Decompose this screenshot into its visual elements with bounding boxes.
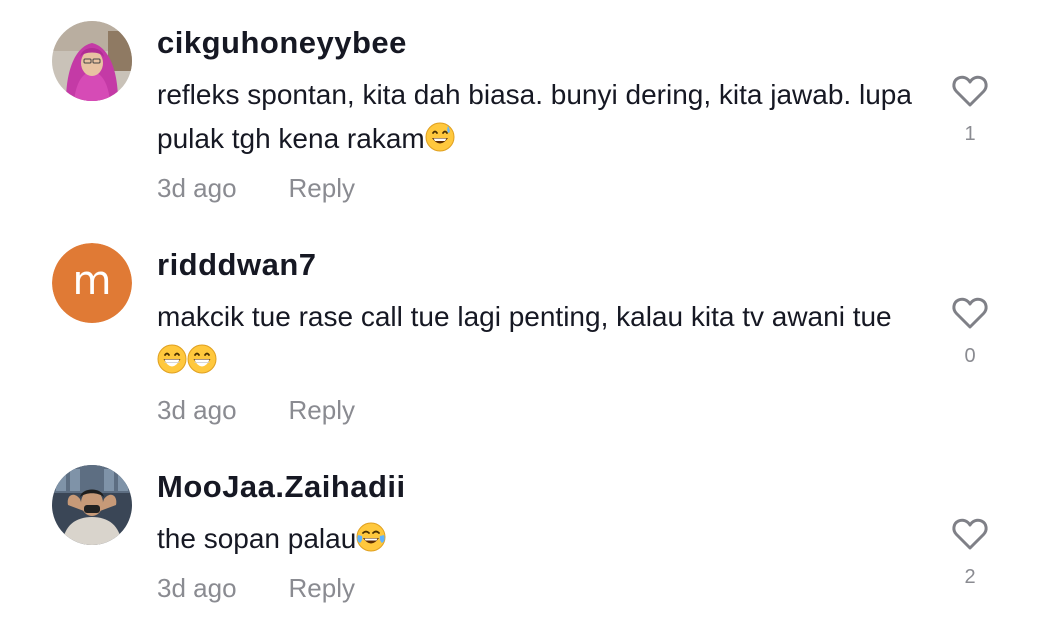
comment-text: the sopan palau xyxy=(157,517,917,561)
comment-list: cikguhoneyybee refleks spontan, kita dah… xyxy=(0,0,1040,620)
heart-outline-icon[interactable] xyxy=(950,71,990,111)
avatar-letter: m xyxy=(52,243,132,323)
like-count: 1 xyxy=(964,123,976,145)
heart-outline-icon[interactable] xyxy=(950,514,990,554)
comment-meta: 3d ago Reply xyxy=(157,395,355,426)
man-avatar-icon xyxy=(52,465,132,545)
woman-hijab-avatar-icon xyxy=(52,21,132,101)
like-control: 0 xyxy=(940,293,1000,368)
comment-text: refleks spontan, kita dah biasa. bunyi d… xyxy=(157,73,917,161)
comment-time: 3d ago xyxy=(157,173,237,203)
comment-meta: 3d ago Reply xyxy=(157,573,355,604)
comment-text: makcik tue rase call tue lagi penting, k… xyxy=(157,295,917,383)
comment-meta: 3d ago Reply xyxy=(157,173,355,204)
like-count: 2 xyxy=(964,566,976,588)
comment-username[interactable]: ridddwan7 xyxy=(157,247,317,283)
comment-text-body: refleks spontan, kita dah biasa. bunyi d… xyxy=(157,79,912,154)
like-count: 0 xyxy=(964,345,976,367)
reply-button[interactable]: Reply xyxy=(289,573,355,604)
tears-of-joy-emoji-icon xyxy=(356,522,386,552)
beaming-grin-emoji-icon xyxy=(157,344,187,374)
comment-time: 3d ago xyxy=(157,395,237,425)
like-control: 2 xyxy=(940,514,1000,589)
comment-username[interactable]: cikguhoneyybee xyxy=(157,25,407,61)
comment-time: 3d ago xyxy=(157,573,237,603)
avatar[interactable] xyxy=(52,21,132,101)
reply-button[interactable]: Reply xyxy=(289,395,355,426)
beaming-grin-emoji-icon xyxy=(187,344,217,374)
comment-username[interactable]: MooJaa.Zaihadii xyxy=(157,469,406,505)
comment-text-body: the sopan palau xyxy=(157,523,357,554)
heart-outline-icon[interactable] xyxy=(950,293,990,333)
like-control: 1 xyxy=(940,71,1000,146)
avatar[interactable]: m xyxy=(52,243,132,323)
avatar[interactable] xyxy=(52,465,132,545)
grinning-sweat-emoji-icon xyxy=(425,122,455,152)
reply-button[interactable]: Reply xyxy=(289,173,355,204)
comment-text-body: makcik tue rase call tue lagi penting, k… xyxy=(157,301,892,332)
